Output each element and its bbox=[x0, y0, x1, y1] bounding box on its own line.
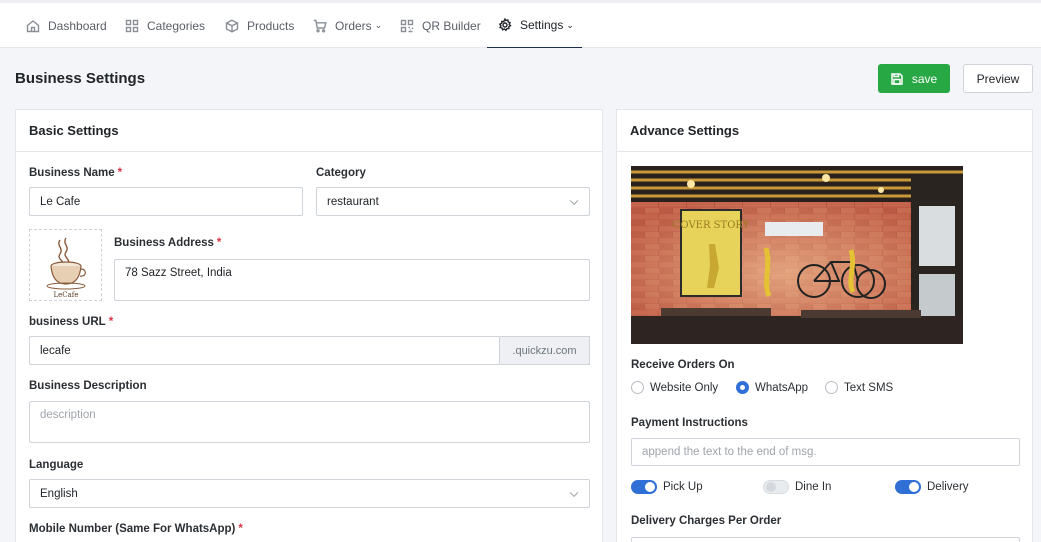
delivery-charges-label: Delivery Charges Per Order bbox=[631, 515, 782, 527]
business-name-value: Le Cafe bbox=[40, 195, 81, 208]
chevron-down-icon: ⌄ bbox=[374, 20, 383, 30]
business-address-input[interactable]: 78 Sazz Street, India bbox=[114, 259, 590, 301]
receive-orders-label: Receive Orders On bbox=[631, 359, 735, 371]
cover-image[interactable]: COVER STORY bbox=[631, 166, 963, 344]
business-description-label: Business Description bbox=[29, 380, 147, 392]
nav-settings-label: Settings bbox=[520, 18, 564, 32]
toggle-dine-in-label: Dine In bbox=[795, 481, 832, 493]
language-value: English bbox=[40, 487, 78, 500]
nav-orders[interactable]: Orders ⌄ bbox=[313, 3, 382, 48]
radio-circle bbox=[825, 381, 838, 394]
business-address-value: 78 Sazz Street, India bbox=[125, 267, 232, 279]
chevron-down-icon bbox=[569, 488, 579, 497]
required-marker: * bbox=[216, 237, 222, 249]
gear-icon bbox=[498, 18, 512, 32]
required-marker: * bbox=[238, 523, 243, 535]
radio-circle bbox=[631, 381, 644, 394]
toggle-switch-on bbox=[631, 480, 657, 494]
toggle-dine-in[interactable]: Dine In bbox=[763, 480, 831, 494]
floppy-disk-icon bbox=[891, 72, 903, 85]
advance-settings-title: Advance Settings bbox=[617, 110, 1032, 152]
language-select[interactable]: English bbox=[29, 479, 590, 508]
box-icon bbox=[225, 18, 239, 33]
toggle-switch-on bbox=[895, 480, 921, 494]
toggle-delivery-label: Delivery bbox=[927, 481, 969, 493]
business-description-input[interactable]: description bbox=[29, 401, 590, 443]
url-suffix-addon: .quickzu.com bbox=[500, 336, 590, 365]
toggle-switch-off bbox=[763, 480, 789, 494]
payment-instructions-label: Payment Instructions bbox=[631, 417, 748, 429]
nav-categories[interactable]: Categories bbox=[125, 3, 205, 48]
save-button[interactable]: save bbox=[878, 64, 950, 93]
category-value: restaurant bbox=[327, 195, 379, 208]
delivery-charges-input[interactable] bbox=[631, 537, 1020, 542]
cart-icon bbox=[313, 19, 327, 33]
nav-categories-label: Categories bbox=[147, 18, 206, 33]
radio-text-sms-label: Text SMS bbox=[844, 381, 894, 394]
required-marker: * bbox=[108, 316, 114, 328]
business-url-label-text: business URL bbox=[29, 316, 106, 328]
top-navbar: Dashboard Categories Products Orders ⌄ Q… bbox=[0, 0, 1041, 48]
chevron-down-icon: ⌄ bbox=[566, 19, 574, 30]
business-description-placeholder: description bbox=[40, 409, 96, 421]
category-label: Category bbox=[316, 167, 366, 179]
grid-icon bbox=[125, 19, 139, 32]
cafe-logo-image: LeCafe bbox=[46, 237, 86, 299]
nav-dashboard-label: Dashboard bbox=[48, 18, 107, 33]
business-url-label: business URL * bbox=[29, 316, 113, 328]
nav-qr-builder-label: QR Builder bbox=[422, 18, 481, 33]
radio-website-only[interactable]: Website Only bbox=[631, 381, 718, 394]
save-button-label: save bbox=[911, 71, 938, 86]
radio-circle-selected bbox=[736, 381, 749, 394]
basic-settings-card: Basic Settings Business Name * Le Cafe Ca… bbox=[15, 109, 603, 542]
category-select[interactable]: restaurant bbox=[316, 187, 590, 216]
logo-upload[interactable]: LeCafe bbox=[29, 229, 102, 301]
nav-qr-builder[interactable]: QR Builder bbox=[400, 3, 481, 48]
nav-products[interactable]: Products bbox=[225, 3, 294, 48]
preview-button[interactable]: Preview bbox=[963, 64, 1033, 93]
business-address-label: Business Address * bbox=[114, 237, 221, 249]
basic-settings-title: Basic Settings bbox=[16, 110, 602, 152]
mobile-number-label: Mobile Number (Same For WhatsApp) * bbox=[29, 523, 243, 535]
radio-text-sms[interactable]: Text SMS bbox=[825, 381, 893, 394]
nav-orders-label: Orders bbox=[335, 18, 372, 33]
radio-website-only-label: Website Only bbox=[650, 381, 719, 394]
qr-icon bbox=[400, 19, 414, 32]
poster-text: COVER STORY bbox=[673, 220, 750, 231]
business-name-label-text: Business Name bbox=[29, 167, 115, 179]
business-url-input[interactable]: lecafe bbox=[29, 336, 500, 365]
payment-instructions-input[interactable]: append the text to the end of msg. bbox=[631, 438, 1020, 466]
radio-whatsapp-label: WhatsApp bbox=[755, 381, 809, 394]
business-name-label: Business Name * bbox=[29, 167, 122, 179]
advance-settings-card: Advance Settings COVER STORY Receive Ord… bbox=[616, 109, 1033, 542]
business-address-label-text: Business Address bbox=[114, 237, 214, 249]
nav-settings[interactable]: Settings ⌄ bbox=[487, 3, 582, 48]
language-label: Language bbox=[29, 459, 84, 471]
toggle-pick-up[interactable]: Pick Up bbox=[631, 480, 703, 494]
business-name-input[interactable]: Le Cafe bbox=[29, 187, 303, 216]
nav-dashboard[interactable]: Dashboard bbox=[26, 3, 107, 48]
nav-products-label: Products bbox=[247, 18, 295, 33]
home-icon bbox=[26, 19, 40, 32]
mobile-number-label-text: Mobile Number (Same For WhatsApp) bbox=[29, 523, 236, 535]
radio-whatsapp[interactable]: WhatsApp bbox=[736, 381, 808, 394]
logo-text: LeCafe bbox=[53, 291, 78, 299]
payment-instructions-placeholder: append the text to the end of msg. bbox=[642, 446, 817, 458]
required-marker: * bbox=[117, 167, 123, 179]
chevron-down-icon bbox=[569, 196, 579, 205]
toggle-delivery[interactable]: Delivery bbox=[895, 480, 969, 494]
page-title: Business Settings bbox=[15, 70, 146, 87]
business-url-value: lecafe bbox=[40, 344, 71, 357]
toggle-pick-up-label: Pick Up bbox=[663, 481, 703, 493]
